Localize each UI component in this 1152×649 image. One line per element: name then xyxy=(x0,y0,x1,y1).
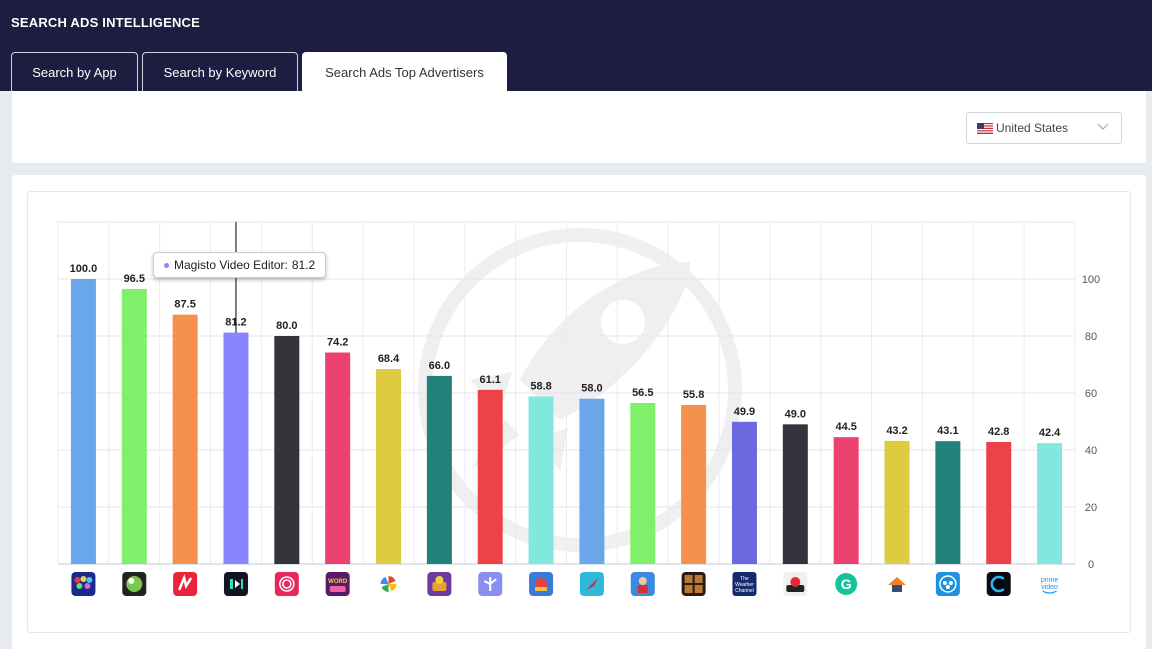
people-app-icon[interactable] xyxy=(935,572,960,596)
bar[interactable] xyxy=(833,437,859,564)
data-label: 43.1 xyxy=(937,425,958,437)
y-tick-label: 20 xyxy=(1085,502,1097,514)
prime-video-app-icon[interactable]: primevideo xyxy=(1037,572,1062,596)
pool-game-app-icon[interactable] xyxy=(122,572,147,596)
bar[interactable] xyxy=(681,404,707,564)
bar[interactable] xyxy=(630,402,656,564)
tooltip-series-dot xyxy=(164,262,169,268)
y-tick-label: 100 xyxy=(1082,274,1100,286)
icon-text: WORD xyxy=(328,579,348,585)
magisto-app-icon[interactable] xyxy=(223,572,248,596)
bar[interactable] xyxy=(223,332,249,564)
icon-text: prime xyxy=(1041,577,1059,584)
y-tick-label: 40 xyxy=(1085,445,1097,457)
puzzle-app-icon[interactable] xyxy=(681,572,706,596)
data-label: 49.0 xyxy=(785,408,806,420)
bar[interactable] xyxy=(426,375,452,564)
bar-tooltip: Magisto Video Editor: 81.2 xyxy=(153,252,327,278)
data-label: 42.8 xyxy=(988,426,1009,438)
bar[interactable] xyxy=(731,421,757,564)
grammarly-app-icon[interactable]: G xyxy=(835,573,858,595)
data-label: 58.8 xyxy=(530,380,551,392)
y-axis: 0 20 40 60 80 100 xyxy=(1082,274,1100,571)
bar[interactable] xyxy=(477,389,503,564)
data-label: 66.0 xyxy=(429,360,450,372)
word-game-app-icon[interactable]: WORD xyxy=(325,572,350,596)
bar[interactable] xyxy=(376,369,402,564)
bar[interactable] xyxy=(528,396,554,564)
tooltip-value: 81.2 xyxy=(291,258,316,272)
bar[interactable] xyxy=(579,398,605,564)
home-app-icon[interactable] xyxy=(885,572,910,596)
sushi-app-icon[interactable] xyxy=(783,572,808,596)
icon-text: video xyxy=(1041,584,1058,591)
data-label: 58.0 xyxy=(581,383,602,395)
data-label: 61.1 xyxy=(480,374,501,386)
bar[interactable] xyxy=(274,336,300,564)
bubble-shooter-app-icon[interactable] xyxy=(71,572,96,596)
icon-text: G xyxy=(841,576,852,592)
bar[interactable] xyxy=(121,288,147,564)
photos-app-icon[interactable] xyxy=(376,572,401,596)
data-label: 80.0 xyxy=(276,320,297,332)
y-tick-label: 60 xyxy=(1085,388,1097,400)
tooltip-name: Magisto Video Editor: xyxy=(174,258,288,272)
bar[interactable] xyxy=(782,424,808,564)
data-label: 96.5 xyxy=(124,273,145,285)
data-label: 44.5 xyxy=(835,421,856,433)
category-icons-group: WORD TheWeatherChannel Gprimevideo xyxy=(71,572,1062,596)
bar[interactable] xyxy=(935,441,961,564)
strategy-game-app-icon[interactable] xyxy=(529,572,554,596)
treasure-game-app-icon[interactable] xyxy=(427,572,452,596)
y-tick-label: 80 xyxy=(1085,331,1097,343)
data-label: 56.5 xyxy=(632,387,653,399)
y-tick-label: 0 xyxy=(1088,559,1094,571)
bar[interactable] xyxy=(70,279,96,564)
data-label: 100.0 xyxy=(70,263,98,275)
news-app-icon[interactable] xyxy=(173,572,198,596)
c-app-icon[interactable] xyxy=(986,572,1011,596)
data-label: 87.5 xyxy=(174,299,195,311)
bar[interactable] xyxy=(884,440,910,564)
bar[interactable] xyxy=(1037,443,1063,564)
bar[interactable] xyxy=(986,442,1012,564)
data-label: 55.8 xyxy=(683,389,704,401)
data-label: 68.4 xyxy=(378,353,400,365)
bar[interactable] xyxy=(325,352,351,564)
data-label: 42.4 xyxy=(1039,427,1061,439)
bar[interactable] xyxy=(172,314,198,564)
data-label: 49.9 xyxy=(734,406,755,418)
travel-app-icon[interactable] xyxy=(478,572,503,596)
fishing-app-icon[interactable] xyxy=(579,572,604,596)
top-advertisers-bar-chart: 0 20 40 60 80 100 100.0 96.5 87.5 81.2 80.0 74.2 68… xyxy=(57,221,1100,596)
hero-game-app-icon[interactable] xyxy=(630,572,655,596)
data-label: 74.2 xyxy=(327,337,348,349)
icon-text: Channel xyxy=(735,588,754,594)
weather-channel-app-icon[interactable]: TheWeatherChannel xyxy=(732,572,757,596)
dating-app-icon[interactable] xyxy=(274,572,299,596)
data-label: 43.2 xyxy=(886,425,907,437)
